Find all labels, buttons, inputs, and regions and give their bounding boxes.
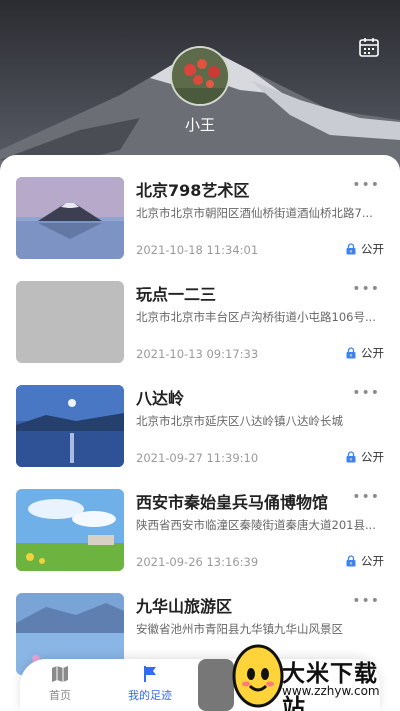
item-address: 北京市北京市朝阳区酒仙桥街道酒仙桥北路7... xyxy=(136,206,373,220)
item-date: 2021-10-18 11:34:01 xyxy=(136,243,259,257)
map-icon xyxy=(52,666,68,682)
visibility-badge[interactable]: 公开 xyxy=(345,241,384,257)
visibility-label: 公开 xyxy=(361,242,384,256)
lock-icon xyxy=(346,347,356,359)
calendar-icon[interactable] xyxy=(358,36,380,58)
avatar[interactable] xyxy=(170,46,230,106)
lock-icon xyxy=(346,243,356,255)
tab-my-footprints[interactable]: 我的足迹 xyxy=(110,665,190,703)
more-options-icon[interactable]: ••• xyxy=(352,385,380,401)
more-options-icon[interactable]: ••• xyxy=(352,281,380,297)
item-thumbnail xyxy=(16,385,124,467)
list-item[interactable]: 玩点一二三 北京市北京市丰台区卢沟桥街道小屯路106号... 2021-10-1… xyxy=(0,259,400,363)
item-address: 北京市北京市延庆区八达岭镇八达岭长城 xyxy=(136,414,343,428)
list-item[interactable]: 西安市秦始皇兵马俑博物馆 陕西省西安市临潼区秦陵街道秦唐大道201县... 20… xyxy=(0,467,400,571)
item-thumbnail-placeholder xyxy=(16,281,124,363)
more-options-icon[interactable]: ••• xyxy=(352,177,380,193)
profile-header: 小王 xyxy=(0,0,400,175)
item-address: 陕西省西安市临潼区秦陵街道秦唐大道201县... xyxy=(136,518,376,532)
more-options-icon[interactable]: ••• xyxy=(352,489,380,505)
list-item[interactable]: 北京798艺术区 北京市北京市朝阳区酒仙桥街道酒仙桥北路7... 2021-10… xyxy=(0,155,400,259)
lock-icon xyxy=(346,451,356,463)
item-thumbnail xyxy=(16,177,124,259)
footprint-list: 北京798艺术区 北京市北京市朝阳区酒仙桥街道酒仙桥北路7... 2021-10… xyxy=(0,155,400,711)
list-item[interactable]: 八达岭 北京市北京市延庆区八达岭镇八达岭长城 2021-09-27 11:39:… xyxy=(0,363,400,467)
item-title: 北京798艺术区 xyxy=(136,181,250,200)
visibility-label: 公开 xyxy=(361,554,384,568)
tab-label: 首页 xyxy=(49,689,71,702)
item-address: 安徽省池州市青阳县九华镇九华山风景区 xyxy=(136,622,343,636)
flag-icon xyxy=(144,666,156,682)
visibility-badge[interactable]: 公开 xyxy=(345,345,384,361)
item-date: 2021-10-13 09:17:33 xyxy=(136,347,259,361)
visibility-label: 公开 xyxy=(361,450,384,464)
item-title: 八达岭 xyxy=(136,389,185,408)
username: 小王 xyxy=(184,116,215,134)
item-title: 西安市秦始皇兵马俑博物馆 xyxy=(136,493,329,512)
tab-home[interactable]: 首页 xyxy=(20,665,100,703)
item-date: 2021-09-26 13:16:39 xyxy=(136,555,259,569)
visibility-badge[interactable]: 公开 xyxy=(345,449,384,465)
tab-label: 我的足迹 xyxy=(128,689,172,702)
item-title: 九华山旅游区 xyxy=(136,597,233,616)
more-options-icon[interactable]: ••• xyxy=(352,593,380,609)
item-title: 玩点一二三 xyxy=(136,285,217,304)
lock-icon xyxy=(346,555,356,567)
watermark-title: 大米下载站 xyxy=(282,661,378,711)
item-date: 2021-09-27 11:39:10 xyxy=(136,451,259,465)
visibility-badge[interactable]: 公开 xyxy=(345,553,384,569)
item-address: 北京市北京市丰台区卢沟桥街道小屯路106号... xyxy=(136,310,376,324)
visibility-label: 公开 xyxy=(361,346,384,360)
watermark-url: www.zzhyw.com xyxy=(282,684,380,698)
item-thumbnail xyxy=(16,489,124,571)
